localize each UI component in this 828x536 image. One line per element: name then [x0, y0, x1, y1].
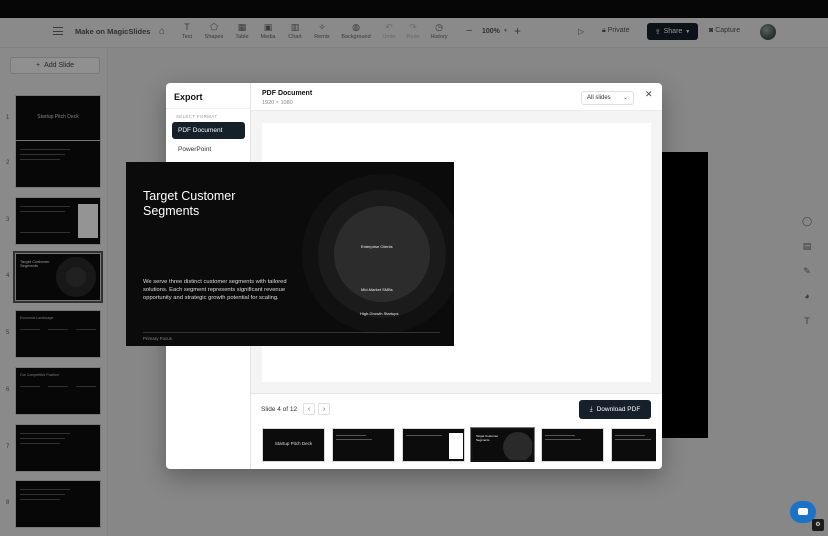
thumb-image	[449, 433, 463, 459]
ring-label-enterprise: Enterprise Clients	[361, 244, 393, 249]
preview-divider	[143, 332, 440, 333]
slide-counter: Slide 4 of 12	[261, 406, 298, 413]
preview-slide-body: We serve three distinct customer segment…	[143, 279, 287, 301]
thumb-line	[545, 439, 581, 440]
settings-corner-icon[interactable]: ⚙	[812, 519, 824, 531]
format-option[interactable]: PowerPoint	[172, 141, 245, 158]
filmstrip: Startup Pitch Deck Target Customer Segmen…	[261, 426, 656, 462]
slides-select-value: All slides	[587, 95, 611, 101]
thumb-title: Target Customer Segments	[476, 434, 499, 442]
doc-dimensions: 1920 × 1080	[262, 100, 293, 106]
filmstrip-thumbnail[interactable]	[611, 428, 656, 462]
download-label: Download PDF	[596, 406, 641, 413]
filmstrip-thumbnail[interactable]: Target Customer Segments	[471, 428, 534, 462]
prev-slide-button[interactable]: ‹	[303, 403, 315, 415]
thumb-line	[615, 435, 645, 436]
doc-type-title: PDF Document	[262, 90, 313, 97]
filmstrip-thumbnail[interactable]	[541, 428, 604, 462]
format-option[interactable]: PDF Document	[172, 122, 245, 139]
thumb-ring	[503, 432, 532, 460]
modal-title: Export	[174, 92, 203, 102]
close-icon[interactable]: ✕	[645, 89, 653, 100]
download-pdf-button[interactable]: ⤓ Download PDF	[579, 400, 651, 419]
ring-label-midmarket: Mid-Market SMBs	[361, 287, 393, 292]
download-icon: ⤓	[589, 405, 593, 413]
thumb-line	[336, 439, 372, 440]
filmstrip-thumbnail[interactable]: Startup Pitch Deck	[262, 428, 325, 462]
preview-slide-title: Target Customer Segments	[143, 189, 236, 218]
filmstrip-thumbnail[interactable]	[402, 428, 465, 462]
thumb-title: Startup Pitch Deck	[274, 441, 313, 446]
slides-select[interactable]: All slides ⌄	[581, 91, 634, 105]
preview-slide: Enterprise Clients Mid-Market SMBs High-…	[126, 162, 454, 346]
thumb-line	[406, 435, 442, 436]
ring-label-startups: High-Growth Startups	[360, 311, 399, 316]
thumb-line	[336, 435, 366, 436]
filmstrip-thumbnail[interactable]	[332, 428, 395, 462]
divider	[166, 108, 251, 109]
preview-footer: Primary Focus	[143, 336, 173, 341]
thumb-line	[615, 439, 651, 440]
modal-footer: Slide 4 of 12 ‹ › ⤓ Download PDF Startup…	[251, 393, 662, 469]
next-slide-button[interactable]: ›	[318, 403, 330, 415]
section-label-format: SELECT FORMAT	[176, 114, 218, 119]
chevron-down-icon: ⌄	[622, 95, 628, 101]
modal-header: PDF Document 1920 × 1080 All slides ⌄ ✕	[251, 83, 662, 111]
thumb-line	[545, 435, 575, 436]
